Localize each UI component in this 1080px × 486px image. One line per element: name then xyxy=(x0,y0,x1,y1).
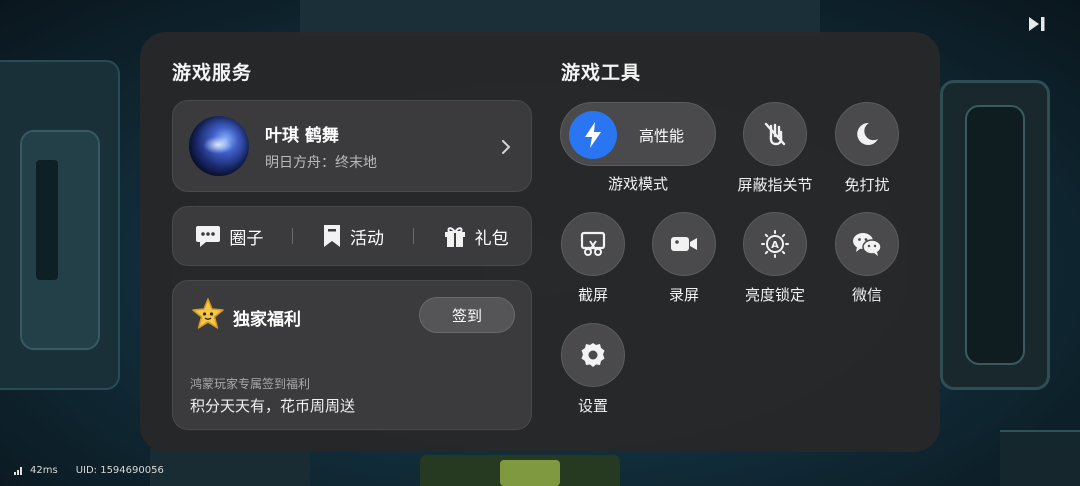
divider xyxy=(292,228,294,244)
profile-name: 叶琪 鹤舞 xyxy=(265,125,339,146)
screenshot-icon xyxy=(580,231,606,256)
sign-in-button[interactable]: 签到 xyxy=(419,297,515,333)
link-circle[interactable]: 圈子 xyxy=(195,224,263,249)
chat-bubble-icon xyxy=(196,226,221,247)
link-activity-label: 活动 xyxy=(349,228,384,249)
tool-screen-record-label: 录屏 xyxy=(668,286,699,304)
tool-screenshot[interactable]: 截屏 xyxy=(553,212,633,305)
profile-card[interactable]: 叶琪 鹤舞 明日方舟：终末地 xyxy=(172,100,532,192)
game-assistant-panel: 游戏服务 叶琪 鹤舞 明日方舟：终末地 圈子 活动 礼包 独家福利 签到 鸿蒙玩… xyxy=(140,32,940,452)
link-gift-label: 礼包 xyxy=(474,228,509,249)
tools-title: 游戏工具 xyxy=(561,62,642,84)
divider xyxy=(412,228,414,244)
welfare-subtitle: 鸿蒙玩家专属签到福利 xyxy=(190,377,311,391)
video-camera-icon xyxy=(671,237,697,251)
tool-knuckle-block[interactable]: 屏蔽指关节 xyxy=(735,102,815,195)
status-bar: 42ms UID: 1594690056 xyxy=(14,465,164,476)
gift-icon xyxy=(444,227,465,247)
tool-brightness-lock[interactable]: A 亮度锁定 xyxy=(735,212,815,305)
wechat-icon xyxy=(853,233,882,256)
signal-icon xyxy=(14,467,22,475)
tool-settings-label: 设置 xyxy=(577,397,608,415)
tool-screen-record[interactable]: 录屏 xyxy=(644,212,724,305)
tool-settings[interactable]: 设置 xyxy=(553,323,633,416)
tool-knuckle-block-label: 屏蔽指关节 xyxy=(737,176,813,194)
link-circle-label: 圈子 xyxy=(229,228,264,249)
moon-icon xyxy=(857,122,878,145)
star-mascot-icon xyxy=(192,298,224,329)
avatar xyxy=(189,116,249,176)
game-mode-toggle[interactable]: 高性能 xyxy=(560,102,716,166)
tool-screenshot-label: 截屏 xyxy=(577,286,608,304)
skip-next-icon[interactable] xyxy=(1026,14,1048,34)
tool-wechat-label: 微信 xyxy=(851,286,882,304)
svg-text:A: A xyxy=(771,240,779,251)
game-mode-value: 高性能 xyxy=(639,127,685,145)
welfare-title: 独家福利 xyxy=(233,310,301,330)
tool-do-not-disturb[interactable]: 免打扰 xyxy=(827,102,907,195)
brightness-lock-icon: A xyxy=(761,230,789,258)
profile-game: 明日方舟：终末地 xyxy=(265,154,377,171)
services-title: 游戏服务 xyxy=(172,62,253,84)
game-mode-label: 游戏模式 xyxy=(607,175,668,193)
welfare-description: 积分天天有，花币周周送 xyxy=(190,397,356,415)
bookmark-icon xyxy=(323,225,340,247)
knuckle-block-icon xyxy=(764,122,786,146)
tool-brightness-lock-label: 亮度锁定 xyxy=(744,286,805,304)
latency: 42ms xyxy=(30,465,58,476)
quick-links: 圈子 活动 礼包 xyxy=(172,206,532,266)
tool-do-not-disturb-label: 免打扰 xyxy=(844,176,890,194)
chevron-right-icon xyxy=(502,140,510,154)
link-activity[interactable]: 活动 xyxy=(322,224,384,249)
gear-icon xyxy=(581,343,605,367)
tool-wechat[interactable]: 微信 xyxy=(827,212,907,305)
lightning-icon xyxy=(569,111,617,159)
link-gift[interactable]: 礼包 xyxy=(443,224,509,249)
user-id: UID: 1594690056 xyxy=(75,465,164,476)
welfare-card: 独家福利 签到 鸿蒙玩家专属签到福利 积分天天有，花币周周送 xyxy=(172,280,532,430)
